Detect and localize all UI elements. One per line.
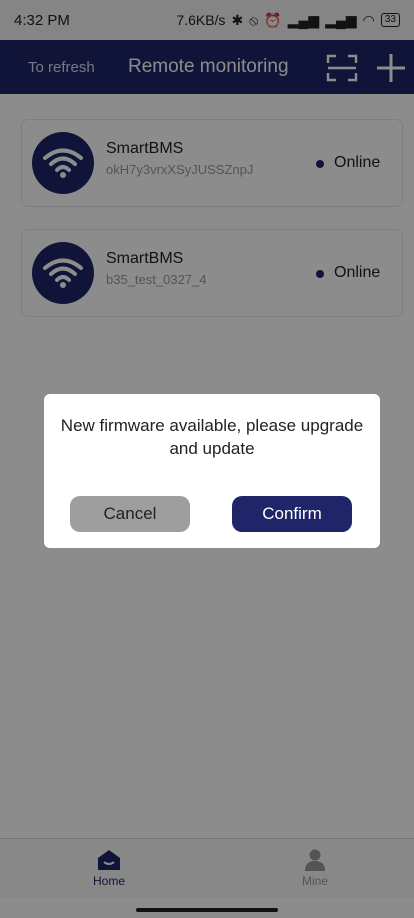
cancel-button[interactable]: Cancel	[70, 496, 190, 532]
home-indicator	[136, 908, 278, 912]
dialog-message: New firmware available, please upgrade a…	[60, 416, 364, 458]
firmware-dialog: New firmware available, please upgrade a…	[44, 394, 380, 548]
confirm-button[interactable]: Confirm	[232, 496, 352, 532]
